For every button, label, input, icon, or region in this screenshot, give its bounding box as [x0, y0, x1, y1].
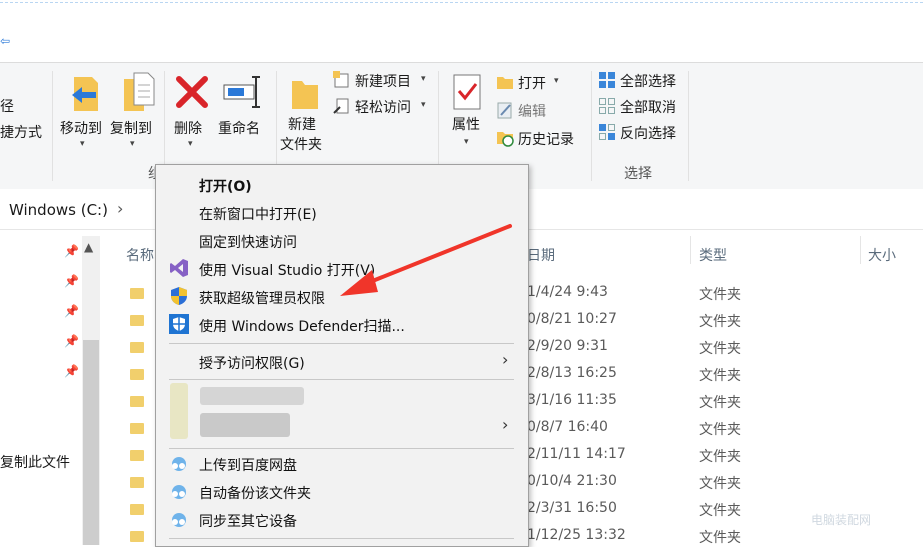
watermark: 电脑装配网 [811, 513, 872, 527]
annotation-arrow [340, 224, 512, 296]
